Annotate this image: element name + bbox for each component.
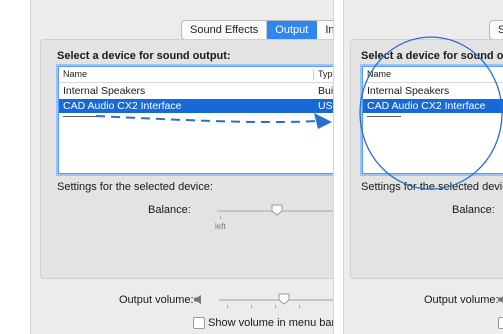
table-row[interactable]: Internal Speakers [363, 84, 503, 98]
zoomed-settings-label: Settings for the selected device [361, 181, 503, 193]
volume-slider-knob[interactable] [278, 293, 290, 305]
table-row[interactable]: Internal Speakers Built- [59, 84, 334, 98]
row-separator-marker [367, 116, 401, 117]
show-volume-checkbox[interactable] [193, 317, 205, 329]
balance-slider-knob[interactable] [271, 204, 283, 216]
column-divider[interactable] [313, 69, 314, 80]
speaker-icon [194, 295, 201, 304]
column-header-name[interactable]: Name [367, 69, 391, 79]
table-row-selected[interactable]: CAD Audio CX2 Interface [363, 99, 503, 113]
tab-sound-effects[interactable]: Sound Effects [182, 21, 268, 39]
volume-tick [227, 305, 228, 308]
tab-input[interactable]: Inp [317, 21, 333, 39]
output-device-table[interactable]: Name Type Internal Speakers Built- CAD A… [58, 66, 334, 174]
volume-tick [275, 305, 276, 308]
balance-left-label: left [215, 222, 226, 231]
zoomed-tab-bar: S [489, 20, 503, 40]
zoomed-device-list-heading: Select a device for sound outp [361, 50, 503, 62]
show-volume-label[interactable]: Show volume in menu bar [208, 317, 333, 329]
balance-tick [220, 216, 221, 219]
speaker-icon [498, 296, 503, 303]
device-name: CAD Audio CX2 Interface [63, 100, 182, 112]
device-name: CAD Audio CX2 Interface [367, 100, 486, 112]
volume-tick [251, 305, 252, 308]
device-type: USB [318, 100, 333, 112]
output-volume-label: Output volume: [119, 294, 194, 306]
settings-label: Settings for the selected device: [57, 181, 213, 193]
zoomed-checkbox[interactable] [498, 317, 503, 329]
row-separator-marker [63, 116, 103, 117]
device-list-heading: Select a device for sound output: [57, 50, 231, 62]
zoomed-device-table[interactable]: Name Internal Speakers CAD Audio CX2 Int… [362, 66, 503, 174]
table-header: Name [363, 67, 503, 83]
column-header-type[interactable]: Type [318, 69, 333, 79]
device-type: Built- [318, 85, 334, 97]
volume-slider-track[interactable] [219, 299, 333, 301]
table-row-selected[interactable]: CAD Audio CX2 Interface USB [59, 99, 333, 113]
volume-tick [299, 305, 300, 308]
tab-output[interactable]: Output [267, 21, 318, 39]
zoomed-balance-label: Balance: [452, 204, 495, 216]
column-header-name[interactable]: Name [63, 69, 87, 79]
table-header: Name Type [59, 67, 333, 83]
balance-label: Balance: [148, 204, 191, 216]
sound-tab-bar: Sound Effects Output Inp [181, 20, 333, 40]
sound-output-pane: Sound Effects Output Inp Select a device… [30, 0, 334, 334]
tab-sound-effects-fragment[interactable]: S [490, 21, 503, 39]
device-name: Internal Speakers [367, 85, 450, 97]
device-name: Internal Speakers [63, 85, 146, 97]
zoomed-sound-pane: S Select a device for sound outp Name In… [343, 0, 503, 334]
zoomed-volume-label: Output volume: [424, 294, 499, 306]
